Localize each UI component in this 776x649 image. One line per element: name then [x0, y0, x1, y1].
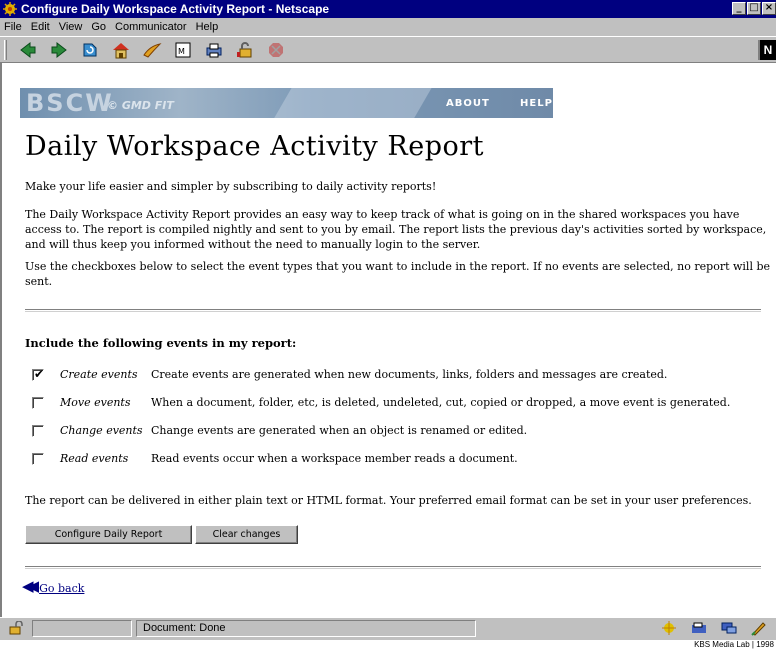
events-list: ✔ Create events Create events are genera… — [32, 367, 772, 479]
menu-file[interactable]: File — [4, 21, 22, 33]
event-row-create: ✔ Create events Create events are genera… — [32, 367, 772, 395]
banner-swoosh — [262, 88, 438, 118]
event-name: Create events — [60, 368, 138, 381]
event-name: Read events — [60, 452, 129, 465]
bscw-logo[interactable]: BSCW — [26, 89, 114, 117]
stop-icon — [269, 42, 283, 57]
event-description: Create events are generated when new doc… — [151, 368, 668, 381]
bscw-banner: BSCW © GMD FIT ABOUT HELP — [20, 88, 553, 118]
navigator-icon[interactable] — [661, 620, 677, 636]
event-name: Move events — [60, 396, 131, 409]
nav-help-link[interactable]: HELP — [520, 98, 553, 109]
reload-button[interactable] — [79, 39, 101, 61]
navigation-toolbar: M N — [0, 36, 776, 63]
event-description: Change events are generated when an obje… — [151, 424, 528, 437]
divider — [25, 309, 761, 312]
instructions-text: Use the checkboxes below to select the e… — [25, 260, 771, 288]
description-text: The Daily Workspace Activity Report prov… — [25, 208, 767, 251]
title-bar: Configure Daily Workspace Activity Repor… — [0, 0, 776, 18]
event-row-move: Move events When a document, folder, etc… — [32, 395, 772, 423]
minimize-button[interactable]: _ — [732, 2, 746, 15]
event-row-read: Read events Read events occur when a wor… — [32, 451, 772, 479]
back-button[interactable] — [17, 39, 39, 61]
menu-help[interactable]: Help — [196, 21, 219, 33]
menu-go[interactable]: Go — [91, 21, 106, 33]
security-button[interactable] — [234, 39, 256, 61]
go-back-link[interactable]: Go back — [39, 582, 84, 595]
search-button[interactable] — [141, 39, 163, 61]
svg-text:M: M — [178, 47, 185, 56]
print-icon — [206, 43, 222, 57]
double-arrow-left-icon[interactable]: ◀◀ — [22, 577, 39, 595]
divider — [25, 566, 761, 569]
menu-view[interactable]: View — [59, 21, 83, 33]
menu-bar: File Edit View Go Communicator Help — [0, 18, 776, 36]
status-bar: Document: Done — [0, 617, 776, 640]
go-back-link-group[interactable]: ◀◀ Go back — [22, 577, 84, 595]
netscape-guide-icon: M — [175, 42, 191, 57]
search-icon — [143, 42, 162, 58]
gmd-fit-logo: © GMD FIT — [107, 99, 174, 112]
configure-daily-report-button[interactable]: Configure Daily Report — [25, 525, 192, 544]
progress-cell — [32, 620, 132, 637]
event-description: When a document, folder, etc, is deleted… — [151, 396, 731, 409]
toolbar-grip[interactable] — [4, 39, 7, 60]
discussion-icon[interactable] — [721, 620, 737, 636]
print-button[interactable] — [203, 39, 225, 61]
close-button[interactable]: × — [762, 2, 776, 15]
stop-button[interactable] — [265, 39, 287, 61]
window-title: Configure Daily Workspace Activity Repor… — [21, 2, 330, 16]
event-description: Read events occur when a workspace membe… — [151, 452, 518, 465]
netscape-app-icon — [3, 2, 17, 16]
component-bar — [490, 620, 775, 637]
event-name: Change events — [60, 424, 143, 437]
guide-button[interactable]: M — [172, 39, 194, 61]
menu-edit[interactable]: Edit — [31, 21, 50, 33]
home-icon — [113, 42, 129, 58]
nav-about-link[interactable]: ABOUT — [446, 98, 490, 109]
event-row-change: Change events Change events are generate… — [32, 423, 772, 451]
checkmark-icon: ✔ — [34, 367, 45, 381]
read-events-checkbox[interactable] — [32, 453, 44, 465]
events-heading: Include the following events in my repor… — [25, 336, 297, 350]
status-text: Document: Done — [136, 620, 476, 637]
maximize-button[interactable]: □ — [747, 2, 761, 15]
create-events-checkbox[interactable]: ✔ — [32, 367, 45, 381]
intro-text: Make your life easier and simpler by sub… — [25, 180, 437, 193]
forward-button[interactable] — [48, 39, 70, 61]
security-icon — [237, 41, 252, 57]
composer-icon[interactable] — [751, 620, 767, 636]
netscape-logo[interactable]: N — [758, 40, 776, 60]
move-events-checkbox[interactable] — [32, 397, 44, 409]
mail-icon[interactable] — [691, 620, 707, 636]
menu-communicator[interactable]: Communicator — [115, 21, 187, 33]
unlocked-padlock-icon[interactable] — [8, 621, 24, 635]
change-events-checkbox[interactable] — [32, 425, 44, 437]
back-icon — [20, 41, 36, 58]
forward-icon — [51, 41, 67, 58]
page-content: BSCW © GMD FIT ABOUT HELP Daily Workspac… — [0, 63, 776, 617]
clear-changes-button[interactable]: Clear changes — [195, 525, 298, 544]
page-title: Daily Workspace Activity Report — [25, 131, 484, 162]
home-button[interactable] — [110, 39, 132, 61]
format-note: The report can be delivered in either pl… — [25, 494, 752, 507]
reload-icon — [83, 43, 97, 56]
